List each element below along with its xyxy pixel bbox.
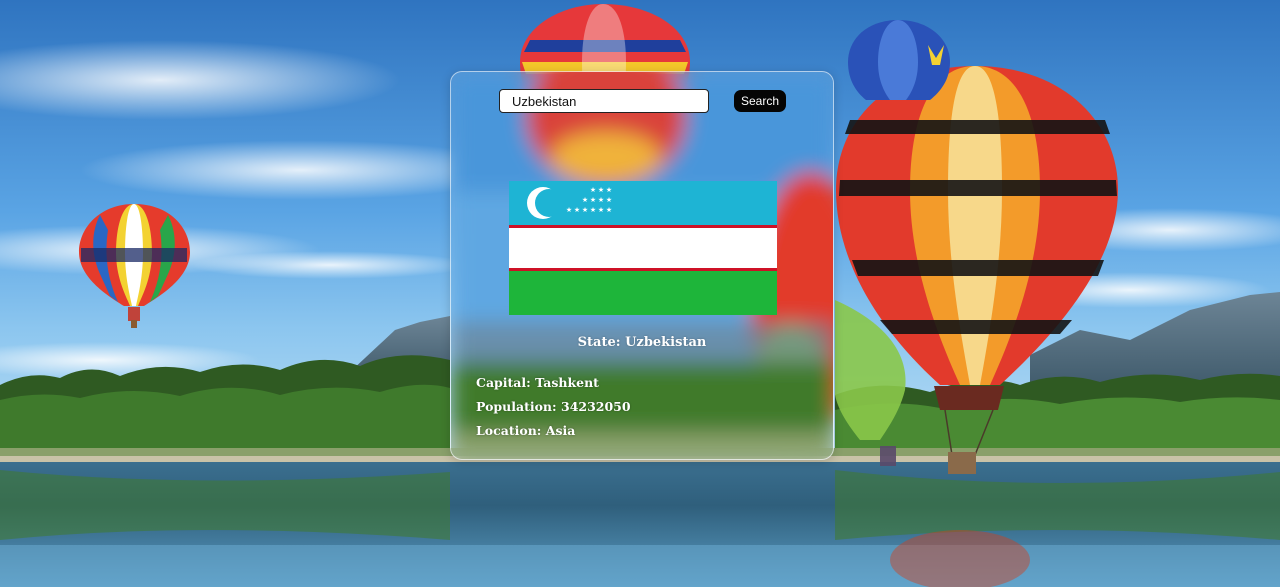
population-value: 34232050 — [561, 399, 631, 414]
svg-text:★: ★ — [590, 186, 596, 194]
population-row: Population: 34232050 — [476, 399, 631, 414]
capital-row: Capital: Tashkent — [476, 375, 599, 390]
country-card: Search ★ ★ ★ ★ ★ ★ ★ ★ ★ ★ ★ ★ ★ State: … — [450, 71, 834, 460]
population-label: Population: — [476, 399, 557, 414]
svg-text:★: ★ — [598, 186, 604, 194]
svg-text:★: ★ — [606, 186, 612, 194]
svg-text:★: ★ — [598, 196, 604, 204]
svg-text:★: ★ — [566, 206, 572, 214]
capital-label: Capital: — [476, 375, 531, 390]
svg-text:★: ★ — [590, 206, 596, 214]
search-input[interactable] — [499, 89, 709, 113]
capital-value: Tashkent — [535, 375, 599, 390]
svg-text:★: ★ — [574, 206, 580, 214]
state-title: State: Uzbekistan — [451, 335, 833, 350]
svg-text:★: ★ — [598, 206, 604, 214]
svg-text:★: ★ — [606, 196, 612, 204]
state-value: Uzbekistan — [625, 335, 707, 350]
svg-text:★: ★ — [606, 206, 612, 214]
svg-text:★: ★ — [590, 196, 596, 204]
svg-text:★: ★ — [582, 196, 588, 204]
uzbekistan-flag: ★ ★ ★ ★ ★ ★ ★ ★ ★ ★ ★ ★ ★ — [509, 181, 777, 315]
svg-text:★: ★ — [582, 206, 588, 214]
search-button[interactable]: Search — [734, 90, 786, 112]
location-label: Location: — [476, 423, 542, 438]
location-value: Asia — [545, 423, 576, 438]
location-row: Location: Asia — [476, 423, 575, 438]
state-label: State: — [577, 335, 621, 350]
